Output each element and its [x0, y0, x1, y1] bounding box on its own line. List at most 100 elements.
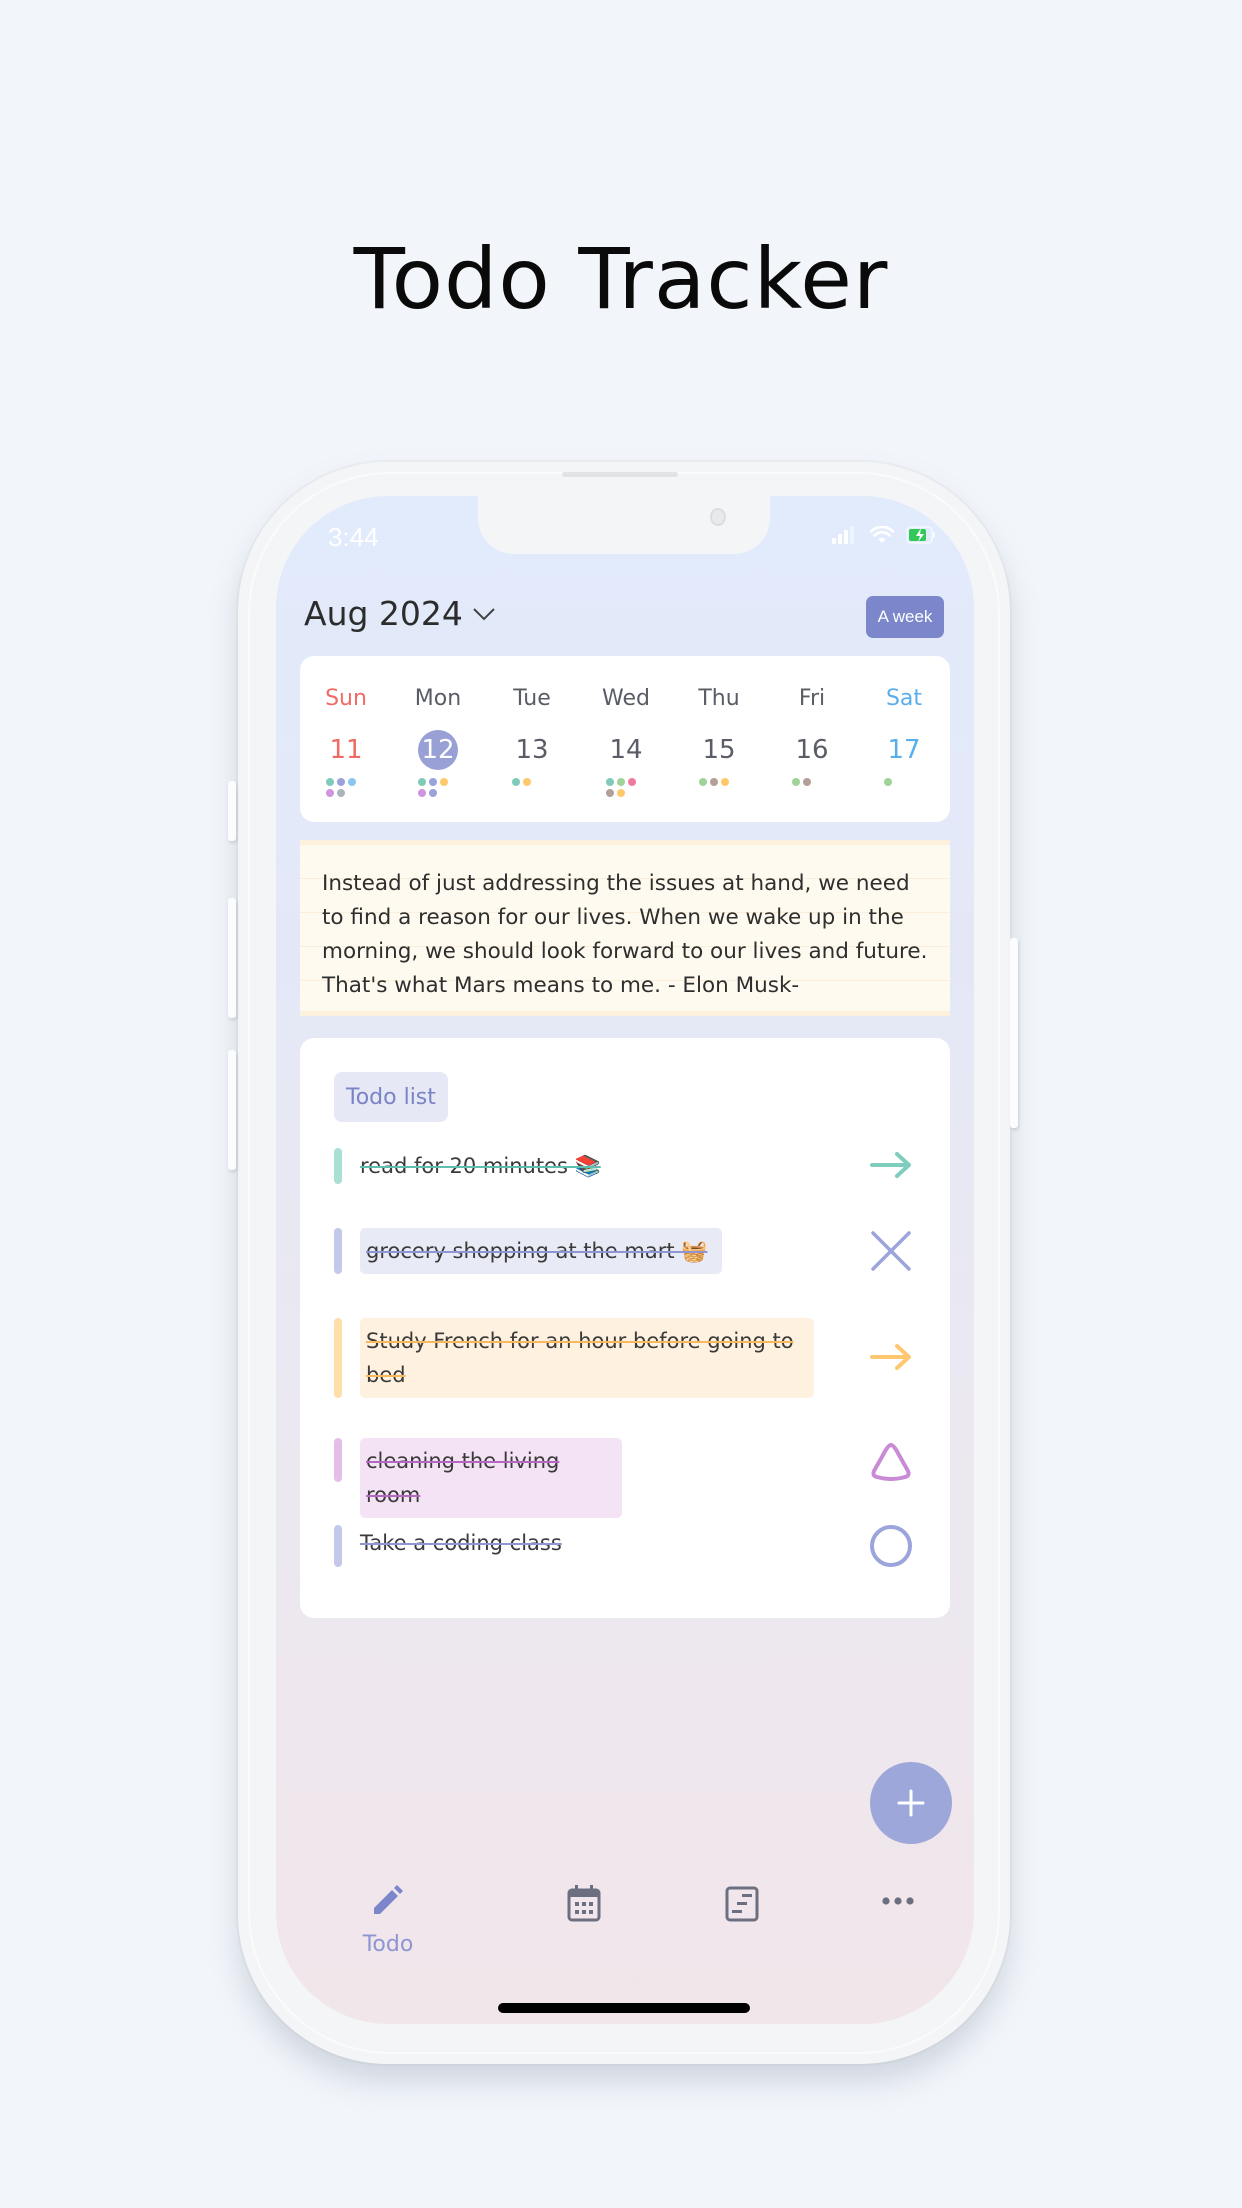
todo-text-box: Study French for an hour before going to…: [360, 1318, 814, 1398]
task-dot: [699, 778, 707, 786]
day-thu[interactable]: Thu 15: [673, 656, 765, 822]
date-number: 14: [606, 730, 646, 770]
task-dot: [418, 778, 426, 786]
task-dot: [710, 778, 718, 786]
month-picker[interactable]: Aug 2024: [304, 594, 497, 633]
tab-calendar[interactable]: [534, 1880, 634, 1960]
todo-item[interactable]: cleaning the living room: [334, 1438, 916, 1518]
status-icons: [832, 526, 936, 544]
todo-item[interactable]: Take a coding class: [334, 1525, 916, 1567]
day-name: Thu: [698, 686, 740, 711]
more-icon: [882, 1897, 914, 1905]
todo-text-box: grocery shopping at the mart 🧺: [360, 1228, 722, 1274]
date-number: 13: [512, 730, 552, 770]
tab-more[interactable]: [848, 1880, 948, 1960]
day-tue[interactable]: Tue 13: [486, 656, 578, 822]
todo-item[interactable]: Study French for an hour before going to…: [334, 1318, 916, 1398]
todo-item[interactable]: read for 20 minutes 📚: [334, 1148, 916, 1184]
day-name: Wed: [602, 686, 650, 711]
todo-color-bar: [334, 1228, 342, 1274]
date-label: 11: [329, 735, 363, 765]
task-dot: [326, 789, 334, 797]
date-number: 17: [884, 730, 924, 770]
task-dot: [326, 778, 334, 786]
date-label: 17: [887, 735, 921, 765]
mute-switch: [228, 781, 236, 841]
selected-date: 12: [418, 730, 458, 770]
todo-text: Take a coding class: [360, 1531, 562, 1555]
todo-text: cleaning the living room: [366, 1449, 560, 1507]
triangle-icon: [869, 1441, 913, 1481]
task-dots: [606, 778, 646, 797]
chevron-down-icon: [473, 607, 495, 620]
task-dot: [617, 778, 625, 786]
quote-text: Instead of just addressing the issues at…: [322, 871, 928, 998]
tab-todo[interactable]: Todo: [338, 1880, 438, 1960]
notch: [478, 496, 770, 554]
arrow-right-icon: [869, 1342, 913, 1372]
task-dot: [440, 778, 448, 786]
tab-notes[interactable]: [692, 1880, 792, 1960]
todo-list-label[interactable]: Todo list: [334, 1072, 448, 1122]
week-calendar: Sun 11 Mon 12 Tue 13 Wed 14 Thu 15 Fri 1…: [300, 656, 950, 822]
day-wed[interactable]: Wed 14: [580, 656, 672, 822]
task-dot: [523, 778, 531, 786]
volume-up-button: [228, 898, 236, 1018]
todo-text-box: Take a coding class: [360, 1525, 562, 1567]
day-name: Tue: [513, 686, 551, 711]
plus-icon: [897, 1789, 925, 1817]
triangle-status-button[interactable]: [866, 1436, 916, 1486]
day-name: Mon: [414, 686, 462, 711]
day-fri[interactable]: Fri 16: [766, 656, 858, 822]
task-dots: [418, 778, 458, 797]
todo-color-bar: [334, 1438, 342, 1482]
task-dot: [512, 778, 520, 786]
task-dot: [606, 789, 614, 797]
circle-status-button[interactable]: [866, 1521, 916, 1571]
week-view-button[interactable]: A week: [866, 596, 944, 638]
arrow-right-status-button[interactable]: [866, 1332, 916, 1382]
bottom-tab-bar: Todo: [276, 1880, 974, 1960]
arrow-right-icon: [869, 1150, 913, 1180]
circle-icon: [869, 1524, 913, 1568]
day-name: Fri: [798, 686, 826, 711]
task-dot: [628, 778, 636, 786]
x-status-button[interactable]: [866, 1226, 916, 1276]
task-dots: [792, 778, 832, 786]
task-dot: [792, 778, 800, 786]
task-dot: [337, 789, 345, 797]
add-todo-button[interactable]: [870, 1762, 952, 1844]
notes-icon: [725, 1886, 759, 1922]
todo-text: Study French for an hour before going to…: [366, 1329, 794, 1387]
page-title: Todo Tracker: [353, 230, 889, 328]
power-button: [1010, 938, 1018, 1128]
task-dots: [326, 778, 366, 797]
task-dot: [606, 778, 614, 786]
task-dots: [699, 778, 739, 786]
x-icon: [869, 1229, 913, 1273]
phone-speaker: [562, 472, 678, 477]
task-dot: [884, 778, 892, 786]
task-dot: [348, 778, 356, 786]
todo-item[interactable]: grocery shopping at the mart 🧺: [334, 1228, 916, 1274]
day-sun[interactable]: Sun 11: [300, 656, 392, 822]
phone-screen: 3:44 Aug 2024 A week Sun 11 Mon 12 Tue 1…: [276, 496, 974, 2024]
home-indicator[interactable]: [498, 2003, 750, 2013]
todo-color-bar: [334, 1318, 342, 1398]
todo-color-bar: [334, 1148, 342, 1184]
volume-down-button: [228, 1050, 236, 1170]
date-label: 12: [421, 735, 455, 765]
task-dot: [337, 778, 345, 786]
todo-text-box: read for 20 minutes 📚: [360, 1148, 601, 1184]
date-label: 13: [515, 735, 549, 765]
tab-label-todo: Todo: [362, 1932, 414, 1957]
todo-text: read for 20 minutes 📚: [360, 1154, 601, 1178]
task-dot: [617, 789, 625, 797]
day-mon[interactable]: Mon 12: [392, 656, 484, 822]
battery-charging-icon: [906, 526, 935, 544]
arrow-right-status-button[interactable]: [866, 1140, 916, 1190]
task-dot: [721, 778, 729, 786]
date-label: 15: [702, 735, 736, 765]
day-sat[interactable]: Sat 17: [858, 656, 950, 822]
task-dot: [803, 778, 811, 786]
